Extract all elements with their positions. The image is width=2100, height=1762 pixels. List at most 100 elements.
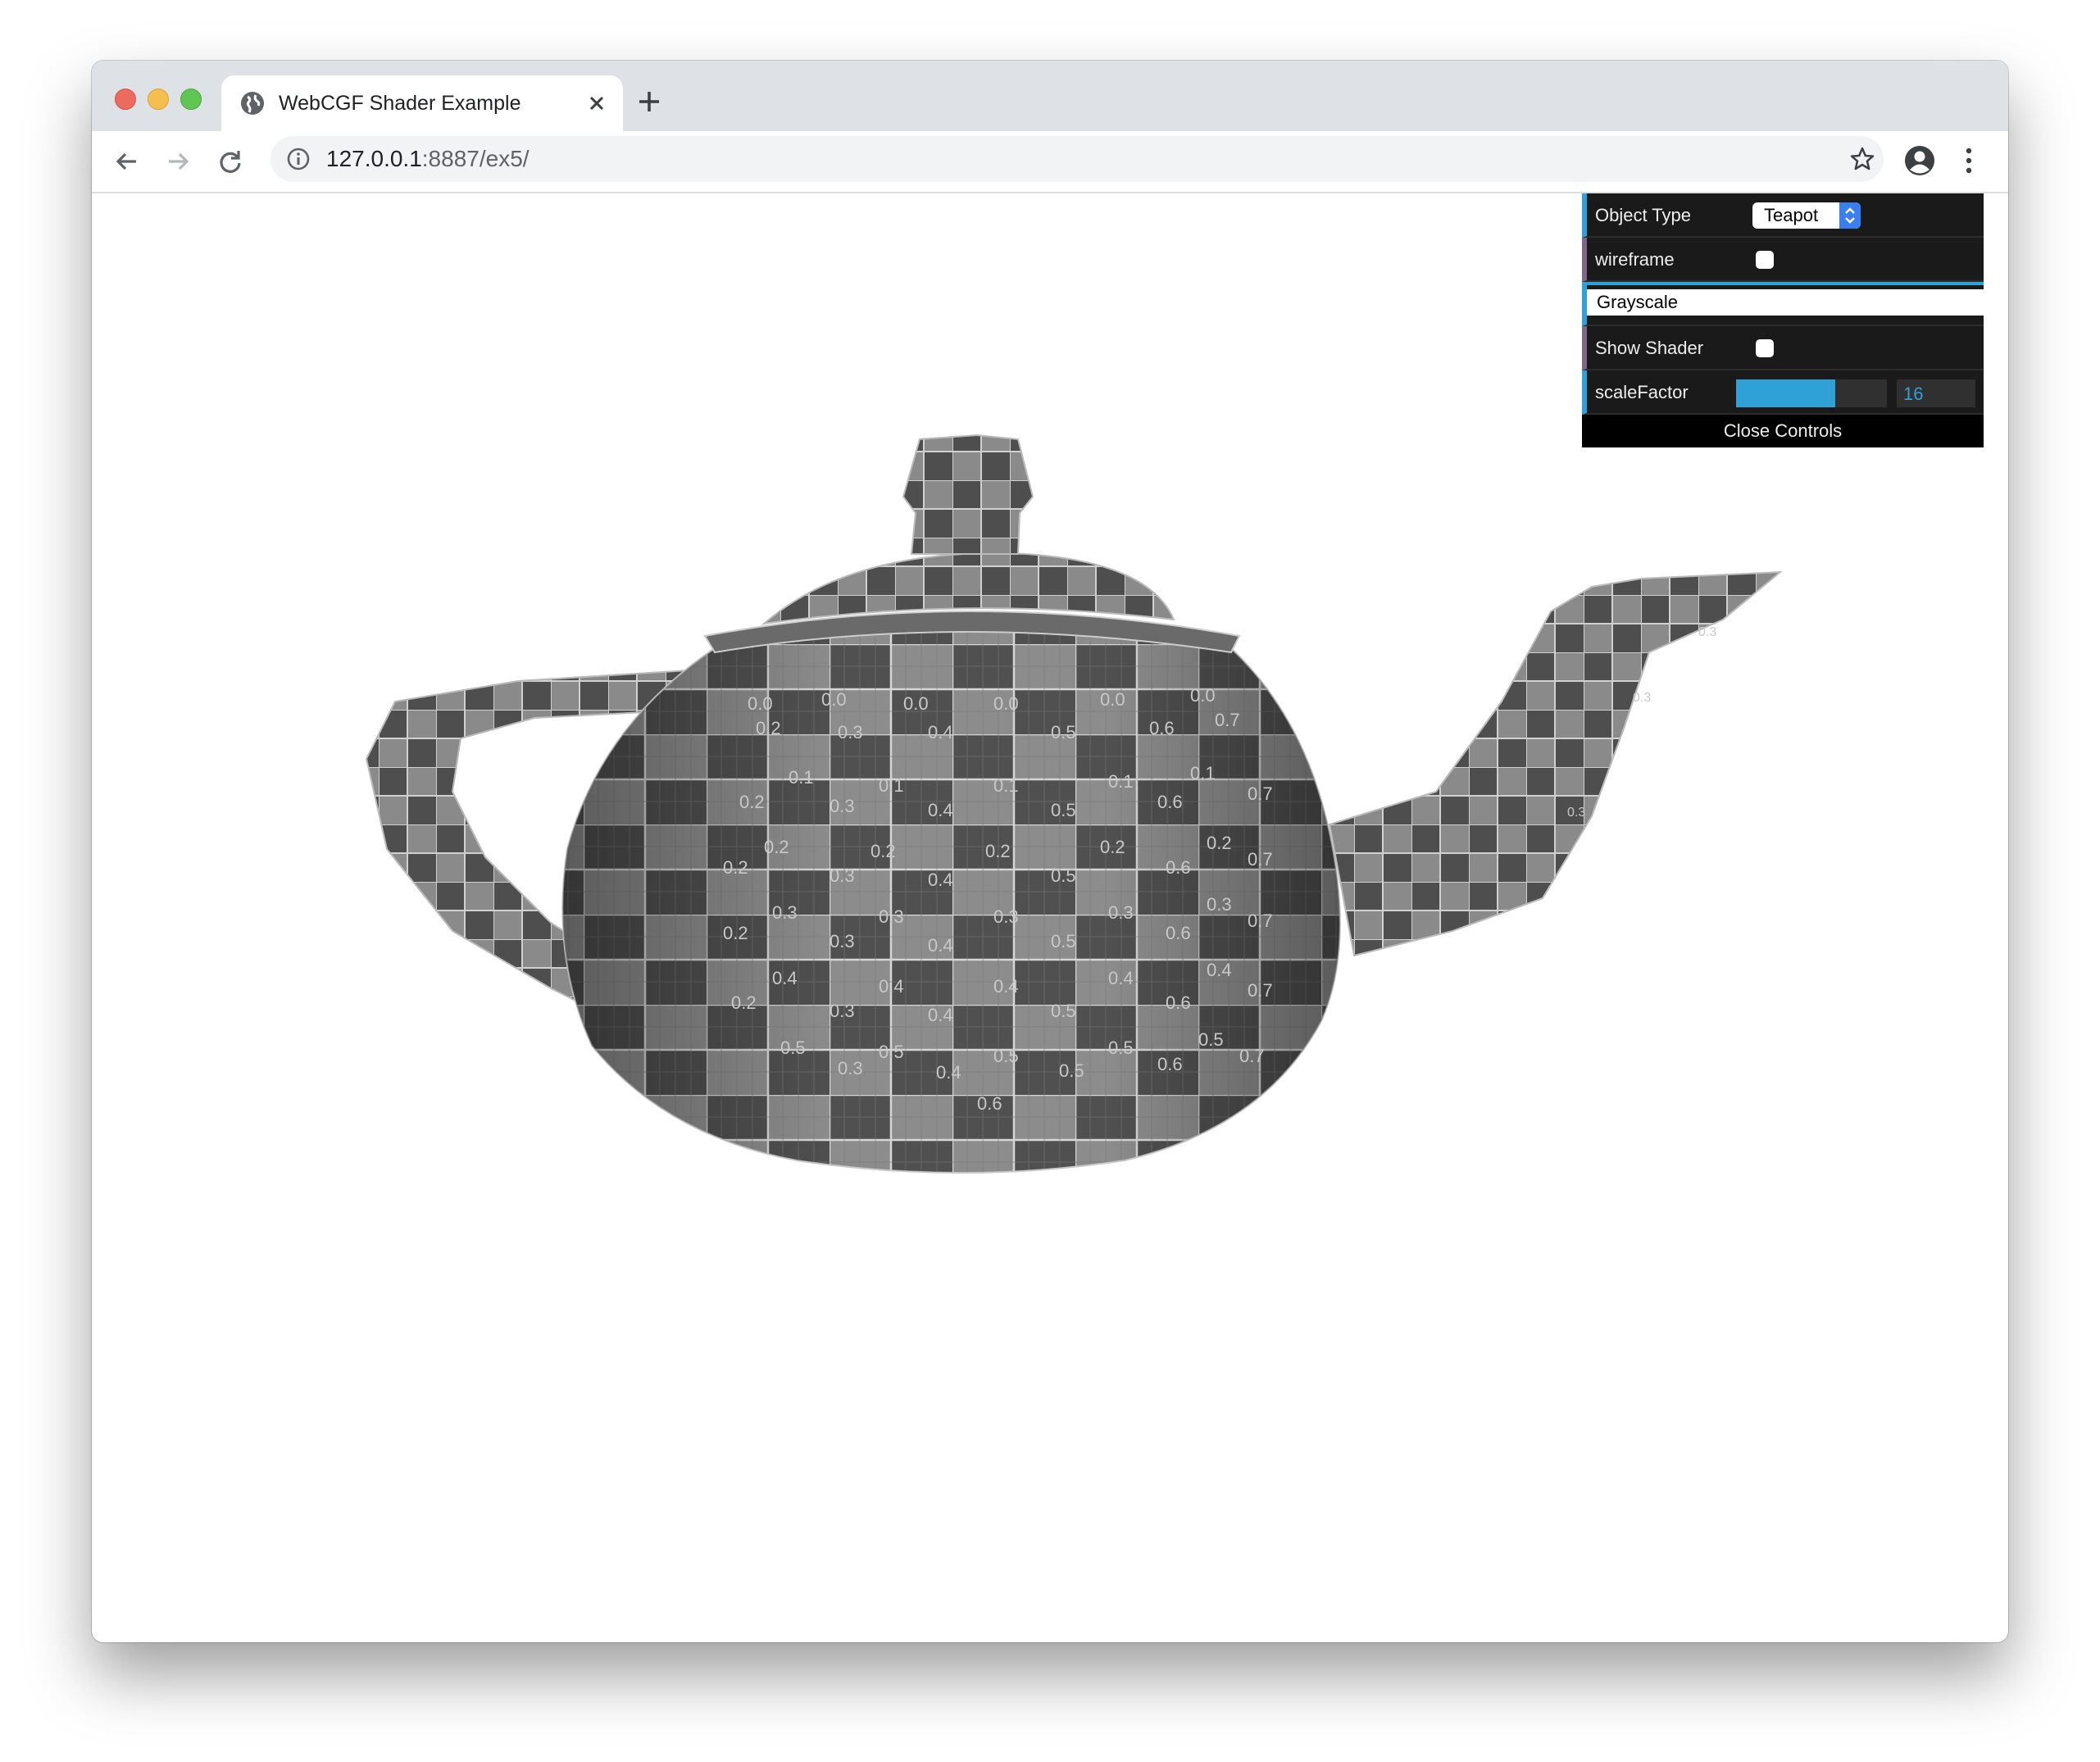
uv-label: 0.5	[993, 1046, 1019, 1066]
wireframe-checkbox[interactable]	[1756, 251, 1774, 269]
browser-tab[interactable]: WebCGF Shader Example	[221, 75, 623, 131]
uv-label: 0.5	[1051, 865, 1076, 886]
uv-label: 0.6	[1149, 718, 1175, 738]
uv-label: 0.6	[1166, 992, 1191, 1013]
uv-label: 0.7	[1248, 911, 1273, 931]
uv-label: 0.2	[1207, 833, 1232, 853]
object-type-select[interactable]: Teapot	[1752, 202, 1861, 229]
uv-label: 0.6	[1166, 857, 1191, 878]
uv-label: 0.3	[838, 1058, 863, 1079]
uv-label: 0.5	[879, 1042, 904, 1062]
teapot-lid	[703, 434, 1241, 654]
shader-select-row: Grayscale	[1582, 282, 1984, 326]
uv-label: 0.4	[1108, 968, 1134, 988]
object-type-row: Object Type Teapot	[1582, 193, 1984, 238]
uv-label: 0.6	[1166, 923, 1191, 943]
uv-label: 0.3	[838, 722, 863, 742]
uv-label: 0.0	[748, 693, 773, 714]
scale-factor-slider-fill	[1736, 379, 1836, 407]
object-type-label: Object Type	[1595, 205, 1691, 225]
window-maximize-button[interactable]	[180, 89, 202, 110]
uv-label: 0.6	[977, 1093, 1002, 1114]
uv-label: 0.3	[1633, 691, 1651, 705]
uv-label: 0.1	[789, 767, 814, 788]
reload-icon[interactable]	[216, 148, 244, 175]
uv-label: 0.0	[993, 693, 1019, 714]
uv-label: 0.7	[1248, 783, 1273, 804]
uv-label: 0.2	[756, 718, 781, 738]
uv-label: 0.3	[830, 796, 855, 816]
address-bar[interactable]: 127.0.0.1:8887/ex5/	[270, 136, 1884, 182]
bookmark-star-icon[interactable]	[1849, 146, 1875, 172]
object-type-value: Teapot	[1764, 205, 1819, 225]
scale-factor-row: scaleFactor 16	[1582, 370, 1984, 415]
uv-label: 0.3	[772, 902, 798, 923]
info-icon[interactable]	[285, 146, 311, 172]
uv-label: 0.2	[870, 841, 896, 861]
uv-label: 0.0	[1190, 685, 1216, 706]
uv-label: 0.3	[830, 931, 855, 951]
uv-label: 0.4	[928, 722, 953, 742]
url-text[interactable]: 127.0.0.1:8887/ex5/	[326, 146, 530, 172]
uv-label: 0.7	[1248, 980, 1273, 1001]
uv-label: 0.4	[879, 976, 904, 997]
uv-label: 0.5	[1051, 1001, 1076, 1021]
close-tab-icon[interactable]	[585, 92, 608, 115]
uv-label: 0.6	[1157, 792, 1183, 812]
globe-icon	[241, 92, 264, 115]
uv-label: 0.3	[993, 906, 1019, 927]
browser-window: WebCGF Shader Example 127.0.0.1:8887/ex5…	[92, 61, 2008, 1642]
menu-dots-icon[interactable]	[1962, 144, 1975, 177]
uv-label: 0.2	[1100, 837, 1125, 857]
uv-label: 0.3	[1108, 902, 1134, 923]
uv-label: 0.1	[993, 775, 1019, 796]
uv-label: 0.3	[1698, 625, 1716, 639]
show-shader-label: Show Shader	[1595, 338, 1704, 358]
uv-label: 0.2	[731, 992, 757, 1013]
shader-select-value: Grayscale	[1597, 292, 1679, 312]
uv-label: 0.3	[1567, 806, 1585, 820]
uv-label: 0.0	[821, 689, 847, 710]
scale-factor-label: scaleFactor	[1595, 382, 1689, 402]
uv-label: 0.0	[1100, 689, 1125, 710]
uv-label: 0.5	[1108, 1038, 1134, 1058]
controls-panel: Object Type Teapot wireframe Grayscale S…	[1582, 193, 1984, 447]
scale-factor-slider[interactable]	[1736, 379, 1887, 407]
uv-label: 0.7	[1239, 1046, 1265, 1066]
webgl-canvas[interactable]: 0.0 0.0 0.0 0.0 0.0 0.0 0.2 0.3 0.4 0.5 …	[92, 193, 2008, 1642]
uv-label: 0.1	[1190, 763, 1216, 783]
uv-label: 0.1	[879, 775, 904, 796]
uv-label: 0.5	[1051, 800, 1076, 820]
close-controls-button[interactable]: Close Controls	[1582, 415, 1984, 447]
uv-label: 0.5	[1059, 1060, 1084, 1081]
uv-label: 0.3	[1207, 894, 1232, 915]
uv-label: 0.2	[764, 837, 789, 857]
uv-label: 0.4	[993, 976, 1019, 997]
select-arrows-icon	[1839, 202, 1861, 229]
uv-label: 0.7	[1215, 710, 1240, 730]
url-path: :8887/ex5/	[421, 146, 530, 171]
shader-select[interactable]: Grayscale	[1587, 289, 1984, 316]
uv-label: 0.5	[1198, 1029, 1224, 1050]
wireframe-row: wireframe	[1582, 238, 1984, 282]
scale-factor-value: 16	[1903, 384, 1924, 404]
tab-title: WebCGF Shader Example	[279, 92, 521, 115]
window-close-button[interactable]	[115, 89, 136, 110]
show-shader-row: Show Shader	[1582, 326, 1984, 370]
uv-label: 0.3	[830, 865, 855, 886]
new-tab-icon[interactable]	[636, 89, 662, 115]
show-shader-checkbox[interactable]	[1756, 339, 1774, 357]
uv-label: 0.4	[928, 1005, 953, 1025]
uv-label: 0.4	[772, 968, 798, 988]
uv-label: 0.0	[903, 693, 929, 714]
uv-label: 0.1	[1108, 771, 1134, 792]
back-arrow-icon[interactable]	[113, 148, 141, 175]
uv-label: 0.2	[985, 841, 1011, 861]
uv-label: 0.2	[739, 792, 765, 812]
uv-label: 0.5	[1051, 931, 1076, 951]
window-minimize-button[interactable]	[148, 89, 169, 110]
uv-label: 0.7	[1248, 849, 1273, 870]
forward-arrow-icon[interactable]	[164, 148, 192, 175]
profile-icon[interactable]	[1903, 144, 1936, 177]
scale-factor-input[interactable]: 16	[1897, 379, 1975, 407]
